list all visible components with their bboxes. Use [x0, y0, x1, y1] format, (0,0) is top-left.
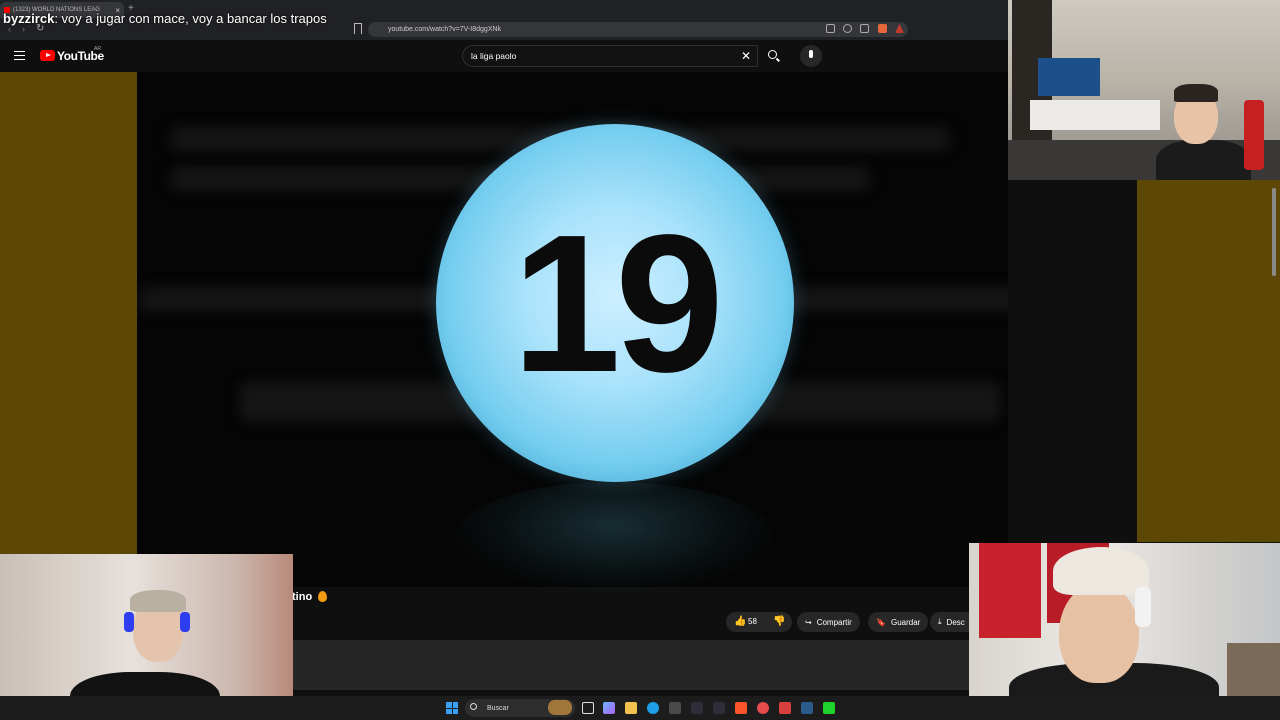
app-calendar-icon[interactable]: [779, 702, 791, 714]
ball-reflection: [455, 482, 773, 592]
share-page-icon[interactable]: [860, 24, 869, 33]
cam-headphone: [1135, 587, 1151, 627]
url-text: youtube.com/watch?v=7V-I8dggXNk: [388, 26, 502, 33]
microphone-icon: [809, 50, 813, 58]
share-label: Compartir: [816, 617, 852, 627]
save-label: Guardar: [890, 617, 921, 627]
chat-message: byzzirck: voy a jugar con mace, voy a ba…: [3, 11, 327, 26]
cast-icon[interactable]: [826, 24, 835, 33]
clear-search-icon[interactable]: ✕: [741, 49, 751, 63]
cam-headphone-right: [180, 612, 190, 632]
download-icon: ⤓: [938, 617, 942, 626]
hamburger-menu-icon[interactable]: [14, 51, 25, 60]
download-button[interactable]: ⤓ Desc: [930, 612, 969, 632]
cam-headphone-left: [124, 612, 134, 632]
right-side-panel: [1137, 180, 1280, 542]
search-icon: [768, 50, 777, 59]
widget-icon[interactable]: [548, 700, 572, 715]
youtube-logo-icon[interactable]: [40, 50, 55, 61]
bookmark-icon[interactable]: [354, 23, 362, 34]
app-fc-icon[interactable]: [691, 702, 703, 714]
steam-icon[interactable]: [801, 702, 813, 714]
webcam-bottom-right: [969, 543, 1280, 720]
cam-person-body: [1156, 140, 1251, 180]
zoom-icon[interactable]: [843, 24, 852, 33]
video-title: tino: [292, 591, 313, 603]
share-icon: ↪: [805, 617, 812, 627]
cam-tv: [1038, 58, 1100, 96]
app-amd-icon[interactable]: [713, 702, 725, 714]
cam-person-hair: [130, 590, 186, 612]
dislike-icon[interactable]: 👎: [773, 616, 785, 627]
windows-start-icon[interactable]: [446, 702, 458, 714]
store-icon[interactable]: [669, 702, 681, 714]
kick-icon[interactable]: [823, 702, 835, 714]
file-explorer-icon[interactable]: [625, 702, 637, 714]
webcam-top-right: [1008, 0, 1280, 180]
app-red-icon[interactable]: [757, 702, 769, 714]
cam-person-hair: [1174, 84, 1218, 102]
copilot-icon[interactable]: [603, 702, 615, 714]
brave-icon[interactable]: [735, 702, 747, 714]
scrollbar-thumb[interactable]: [1272, 188, 1276, 276]
chat-text: : voy a jugar con mace, voy a bancar los…: [54, 11, 327, 26]
search-icon: [470, 703, 477, 710]
cam-person-head: [1059, 583, 1139, 683]
search-value: la liga paolo: [471, 51, 517, 61]
cam-person-cap: [1053, 547, 1149, 595]
search-input[interactable]: la liga paolo: [462, 45, 758, 67]
cam-microphone: [1244, 100, 1264, 170]
download-label: Desc: [946, 617, 965, 627]
save-icon: 🔖: [876, 617, 886, 627]
task-view-icon[interactable]: [582, 702, 594, 714]
ball-number: 19: [511, 193, 724, 413]
like-count: 58: [748, 617, 757, 626]
like-icon[interactable]: 👍: [734, 616, 746, 627]
region-code: AR: [94, 46, 101, 52]
fire-icon: [318, 591, 327, 602]
cam-desk-unit: [1030, 100, 1160, 130]
cam-jersey-left: [979, 543, 1041, 638]
brave-shield-icon[interactable]: [878, 24, 887, 33]
chat-username: byzzirck: [3, 11, 55, 26]
edge-icon[interactable]: [647, 702, 659, 714]
save-button[interactable]: 🔖 Guardar: [868, 612, 929, 632]
share-button[interactable]: ↪ Compartir: [797, 612, 860, 632]
left-side-panel: [0, 72, 137, 554]
windows-taskbar: [0, 696, 1280, 720]
taskbar-search-text: Buscar: [487, 704, 509, 712]
